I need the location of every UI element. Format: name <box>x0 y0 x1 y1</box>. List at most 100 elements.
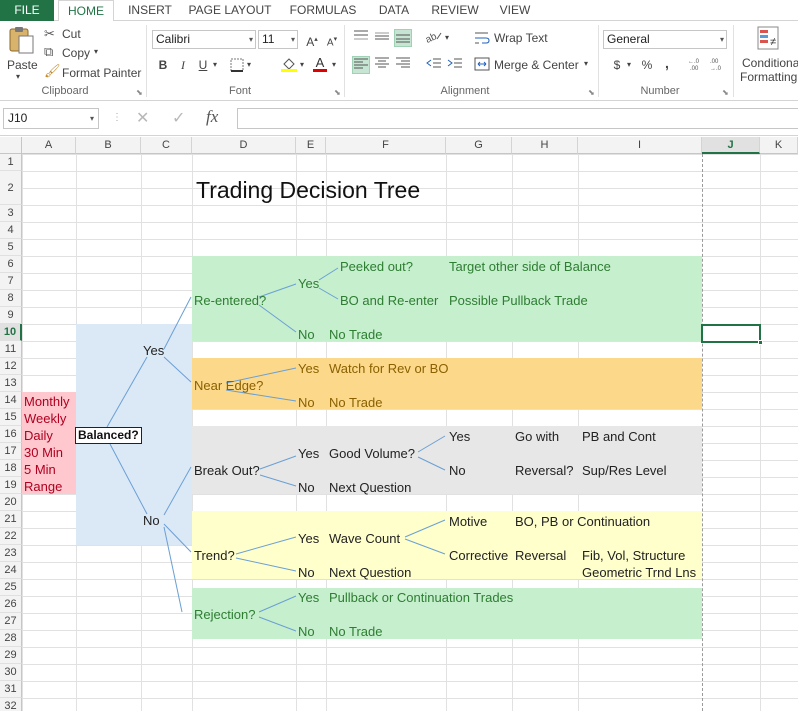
format-painter-button[interactable]: 🖌 Format Painter <box>44 63 141 81</box>
trend-node[interactable]: Trend? <box>194 547 235 564</box>
chevron-down-icon[interactable]: ▾ <box>332 60 336 69</box>
tab-insert[interactable]: INSERT <box>124 0 176 21</box>
name-box[interactable]: J10 ▾ <box>3 108 99 129</box>
drag-handle-icon[interactable]: ⋮ <box>112 112 122 123</box>
merge-center-button[interactable]: Merge & Center ▾ <box>474 55 596 74</box>
paste-button[interactable]: Paste ▾ <box>4 25 38 81</box>
copy-button[interactable]: ⧉ Copy ▾ <box>44 44 104 62</box>
no-trade-1[interactable]: No Trade <box>329 326 382 343</box>
comma-button[interactable]: , <box>658 54 676 72</box>
fib-vol-structure[interactable]: Fib, Vol, Structure <box>582 547 685 564</box>
insert-function-icon[interactable]: fx <box>206 107 218 127</box>
motive[interactable]: Motive <box>449 513 487 530</box>
trend-yes[interactable]: Yes <box>298 530 319 547</box>
dialog-launcher-icon[interactable]: ⬊ <box>136 88 143 97</box>
decrease-indent-icon[interactable] <box>425 56 443 74</box>
bo-pb-continuation[interactable]: BO, PB or Continuation <box>515 513 650 530</box>
enter-icon[interactable]: ✓ <box>172 108 185 128</box>
dialog-launcher-icon[interactable]: ⬊ <box>588 88 595 97</box>
decrease-decimal-icon[interactable]: .00 →.0 <box>710 56 728 74</box>
reentered-node[interactable]: Re-entered? <box>194 292 266 309</box>
chevron-down-icon[interactable]: ▾ <box>445 33 449 42</box>
break-out-node[interactable]: Break Out? <box>194 462 260 479</box>
tab-file[interactable]: FILE <box>0 0 54 21</box>
chevron-down-icon[interactable]: ▾ <box>213 60 217 69</box>
no-trade-3[interactable]: No Trade <box>329 623 382 640</box>
bold-button[interactable]: B <box>154 56 172 74</box>
good-volume-node[interactable]: Good Volume? <box>329 445 415 462</box>
font-size-combo[interactable]: 11 ▾ <box>258 30 298 49</box>
break-out-no[interactable]: No <box>298 479 315 496</box>
near-edge-no[interactable]: No <box>298 394 315 411</box>
percent-button[interactable]: % <box>638 56 656 74</box>
break-out-yes[interactable]: Yes <box>298 445 319 462</box>
italic-button[interactable]: I <box>174 56 192 74</box>
fill-color-icon[interactable] <box>280 55 298 73</box>
timeframe-5min[interactable]: 5 Min <box>24 461 56 478</box>
fill-handle[interactable] <box>758 340 763 345</box>
balanced-no[interactable]: No <box>143 512 160 529</box>
bo-reenter[interactable]: BO and Re-enter <box>340 292 438 309</box>
geometric-trend-lines[interactable]: Geometric Trnd Lns <box>582 564 696 581</box>
worksheet-grid[interactable]: A B C D E F G H I J K 1 2 3 4 5 6 7 8 9 10 11 12 13 1… <box>0 137 798 711</box>
sup-res-level[interactable]: Sup/Res Level <box>582 462 667 479</box>
wave-count-node[interactable]: Wave Count <box>329 530 400 547</box>
tab-review[interactable]: REVIEW <box>428 0 482 21</box>
conditional-formatting-button[interactable]: ≠ Conditional Formatting <box>738 25 798 84</box>
chevron-down-icon[interactable]: ▾ <box>627 60 631 69</box>
tab-view[interactable]: VIEW <box>494 0 536 21</box>
no-trade-2[interactable]: No Trade <box>329 394 382 411</box>
good-volume-yes[interactable]: Yes <box>449 428 470 445</box>
cancel-icon[interactable]: ✕ <box>136 108 149 128</box>
align-top-icon[interactable] <box>352 29 370 47</box>
font-color-icon[interactable]: A <box>311 54 329 72</box>
balanced-yes[interactable]: Yes <box>143 342 164 359</box>
go-with[interactable]: Go with <box>515 428 559 445</box>
balanced-node[interactable]: Balanced? <box>75 427 142 444</box>
timeframe-weekly[interactable]: Weekly <box>24 410 66 427</box>
reversal[interactable]: Reversal <box>515 547 566 564</box>
pb-and-cont[interactable]: PB and Cont <box>582 428 656 445</box>
cut-button[interactable]: ✂ Cut <box>44 25 104 43</box>
align-center-icon[interactable] <box>373 56 391 74</box>
reentered-yes[interactable]: Yes <box>298 275 319 292</box>
next-question-2[interactable]: Next Question <box>329 564 411 581</box>
wrap-text-button[interactable]: Wrap Text <box>474 29 574 48</box>
dialog-launcher-icon[interactable]: ⬊ <box>334 88 341 97</box>
chevron-down-icon[interactable]: ▾ <box>300 60 304 69</box>
align-left-icon[interactable] <box>352 56 370 74</box>
pullback-continuation-trades[interactable]: Pullback or Continuation Trades <box>329 589 513 606</box>
tab-page-layout[interactable]: PAGE LAYOUT <box>186 0 274 21</box>
tab-data[interactable]: DATA <box>372 0 416 21</box>
increase-font-icon[interactable]: A▴ <box>303 31 321 49</box>
align-right-icon[interactable] <box>394 56 412 74</box>
timeframe-monthly[interactable]: Monthly <box>24 393 70 410</box>
near-edge-yes[interactable]: Yes <box>298 360 319 377</box>
watch-rev-bo[interactable]: Watch for Rev or BO <box>329 360 448 377</box>
timeframe-range[interactable]: Range <box>24 478 62 495</box>
timeframe-daily[interactable]: Daily <box>24 427 53 444</box>
chevron-down-icon[interactable]: ▾ <box>247 60 251 69</box>
decrease-font-icon[interactable]: A▾ <box>323 31 341 49</box>
formula-input[interactable] <box>237 108 798 129</box>
rejection-node[interactable]: Rejection? <box>194 606 255 623</box>
rejection-yes[interactable]: Yes <box>298 589 319 606</box>
active-cell-selection[interactable] <box>701 324 763 345</box>
reentered-no[interactable]: No <box>298 326 315 343</box>
possible-pullback[interactable]: Possible Pullback Trade <box>449 292 588 309</box>
tab-home[interactable]: HOME <box>58 0 114 22</box>
borders-icon[interactable] <box>228 56 246 74</box>
good-volume-no[interactable]: No <box>449 462 466 479</box>
reversal-question[interactable]: Reversal? <box>515 462 574 479</box>
number-format-combo[interactable]: General ▾ <box>603 30 727 49</box>
increase-decimal-icon[interactable]: ←.0.00 <box>688 56 706 74</box>
align-bottom-icon[interactable] <box>394 29 412 47</box>
corrective[interactable]: Corrective <box>449 547 508 564</box>
sheet-title[interactable]: Trading Decision Tree <box>196 175 420 205</box>
dialog-launcher-icon[interactable]: ⬊ <box>722 88 729 97</box>
font-name-combo[interactable]: Calibri ▾ <box>152 30 256 49</box>
currency-button[interactable]: $ <box>608 56 626 74</box>
increase-indent-icon[interactable] <box>446 56 464 74</box>
peeked-out-node[interactable]: Peeked out? <box>340 258 413 275</box>
underline-button[interactable]: U <box>194 56 212 74</box>
